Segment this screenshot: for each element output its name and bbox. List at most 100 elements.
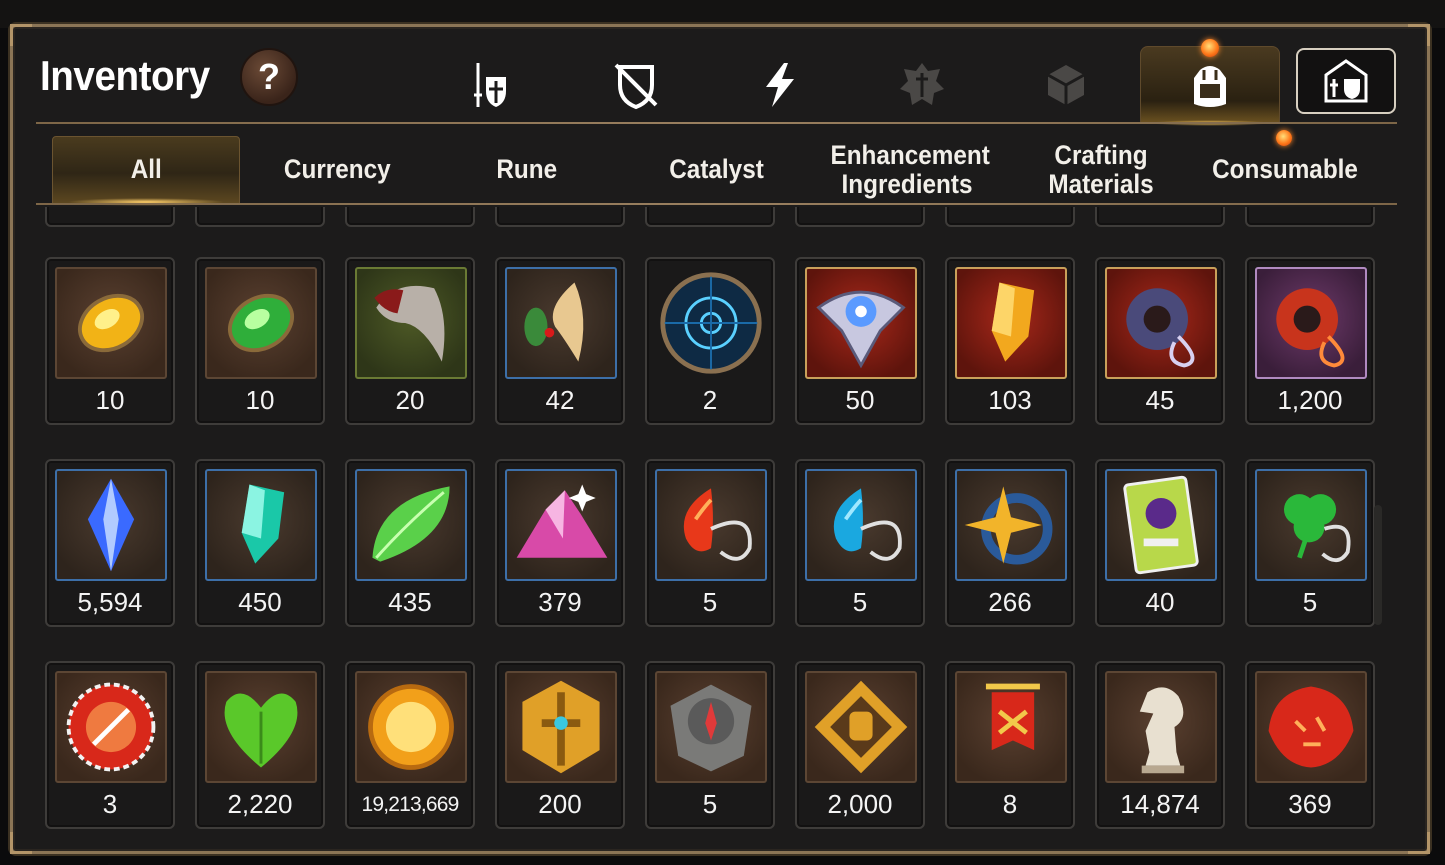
item-slot[interactable] — [1245, 207, 1375, 227]
item-count: 19,213,669 — [361, 793, 459, 816]
blue-portal-orb-icon — [655, 267, 767, 379]
red-seal-badge-icon — [55, 671, 167, 783]
item-count: 435 — [388, 587, 432, 617]
item-count: 369 — [1288, 789, 1332, 819]
amber-rune-stone-icon — [55, 267, 167, 379]
item-count: 5,594 — [77, 587, 143, 617]
item-slot[interactable] — [1095, 207, 1225, 227]
item-slot[interactable]: 3 — [45, 661, 175, 829]
divider — [36, 122, 1397, 124]
fire-pendant-icon — [655, 469, 767, 581]
backpack-icon — [1194, 65, 1226, 107]
item-slot[interactable]: 8 — [945, 661, 1075, 829]
item-count: 2,220 — [227, 789, 293, 819]
clover-pendant-icon — [1255, 469, 1367, 581]
item-slot[interactable] — [345, 207, 475, 227]
sun-coin-icon — [355, 671, 467, 783]
item-slot[interactable]: 5 — [1245, 459, 1375, 627]
item-count: 266 — [988, 587, 1032, 617]
item-count: 5 — [702, 587, 718, 617]
green-leaf-icon — [355, 469, 467, 581]
item-slot[interactable]: 266 — [945, 459, 1075, 627]
item-count: 8 — [1002, 789, 1018, 819]
item-slot[interactable]: 2,220 — [195, 661, 325, 829]
water-pendant-icon — [805, 469, 917, 581]
tab-consumable[interactable]: Consumable — [1190, 130, 1380, 204]
item-count: 200 — [538, 789, 582, 819]
tab-inventory[interactable] — [1140, 39, 1280, 126]
dark-ring-pendant-icon — [1105, 267, 1217, 379]
item-slot[interactable]: 45 — [1095, 257, 1225, 425]
item-count: 14,874 — [1120, 789, 1200, 819]
item-slot[interactable]: 40 — [1095, 459, 1225, 627]
item-count: 40 — [1145, 587, 1175, 617]
item-slot[interactable]: 379 — [495, 459, 625, 627]
tab-catalyst[interactable]: Catalyst — [622, 136, 812, 204]
pink-ore-pile-icon — [505, 469, 617, 581]
hero-sword-shield-icon — [474, 63, 506, 107]
blue-gem-icon — [55, 469, 167, 581]
golden-crystal-icon — [955, 267, 1067, 379]
scrollbar[interactable] — [1374, 505, 1382, 625]
item-slot[interactable]: 5 — [645, 459, 775, 627]
tab-misc[interactable] — [996, 46, 1136, 124]
item-count: 10 — [245, 385, 275, 415]
castle-icon — [1324, 59, 1368, 103]
beast-claw-icon — [355, 267, 467, 379]
guild-emblem-icon — [900, 63, 944, 105]
item-slot[interactable]: 1,200 — [1245, 257, 1375, 425]
dice-cube-icon — [1047, 65, 1085, 105]
item-slot[interactable] — [45, 207, 175, 227]
item-slot[interactable]: 435 — [345, 459, 475, 627]
tab-broken-equipment[interactable] — [566, 46, 706, 124]
item-slot[interactable] — [645, 207, 775, 227]
item-slot[interactable]: 20 — [345, 257, 475, 425]
tab-storage[interactable] — [1296, 48, 1396, 114]
item-slot[interactable]: 5,594 — [45, 459, 175, 627]
item-slot[interactable]: 50 — [795, 257, 925, 425]
item-count: 20 — [395, 385, 425, 415]
item-count: 5 — [852, 587, 868, 617]
item-count: 2,000 — [827, 789, 893, 819]
tab-enhancement-ingredients[interactable]: Enhancement Ingredients — [810, 136, 1004, 204]
tab-currency[interactable]: Currency — [242, 136, 432, 204]
item-count: 5 — [702, 789, 718, 819]
item-slot[interactable]: 2 — [645, 257, 775, 425]
item-slot[interactable]: 10 — [45, 257, 175, 425]
item-slot[interactable]: 5 — [645, 661, 775, 829]
item-slot[interactable] — [945, 207, 1075, 227]
item-slot[interactable] — [795, 207, 925, 227]
item-slot[interactable]: 5 — [795, 459, 925, 627]
stone-compass-icon — [655, 671, 767, 783]
frame-corner — [1408, 832, 1430, 854]
item-slot[interactable]: 200 — [495, 661, 625, 829]
item-slot[interactable] — [495, 207, 625, 227]
item-grid: 10 10 20 42 2 50 103 45 1,200 5,594 450 435 379 5 5 266… — [40, 207, 1385, 837]
fist-emblem-icon — [805, 671, 917, 783]
item-count: 2 — [702, 385, 718, 415]
item-slot[interactable]: 10 — [195, 257, 325, 425]
chess-knight-icon — [1105, 671, 1217, 783]
frame-corner — [10, 832, 32, 854]
help-button[interactable]: ? — [240, 48, 298, 106]
notification-dot-icon — [1276, 130, 1292, 146]
frame-corner — [1408, 24, 1430, 46]
item-slot[interactable]: 42 — [495, 257, 625, 425]
item-slot[interactable]: 450 — [195, 459, 325, 627]
item-slot[interactable]: 19,213,669 — [345, 661, 475, 829]
item-slot[interactable]: 369 — [1245, 661, 1375, 829]
item-slot[interactable] — [195, 207, 325, 227]
tab-energy[interactable] — [710, 46, 850, 124]
item-slot[interactable]: 14,874 — [1095, 661, 1225, 829]
item-count: 10 — [95, 385, 125, 415]
tab-crafting-materials[interactable]: Crafting Materials — [1006, 136, 1196, 204]
tab-all[interactable]: All — [52, 136, 240, 206]
item-slot[interactable]: 103 — [945, 257, 1075, 425]
tab-guild[interactable] — [852, 46, 992, 124]
herb-root-icon — [505, 267, 617, 379]
tab-hero-equipment[interactable] — [422, 46, 562, 124]
item-slot[interactable]: 2,000 — [795, 661, 925, 829]
star-pendant-icon — [955, 469, 1067, 581]
item-count: 1,200 — [1277, 385, 1343, 415]
tab-rune[interactable]: Rune — [432, 136, 622, 204]
